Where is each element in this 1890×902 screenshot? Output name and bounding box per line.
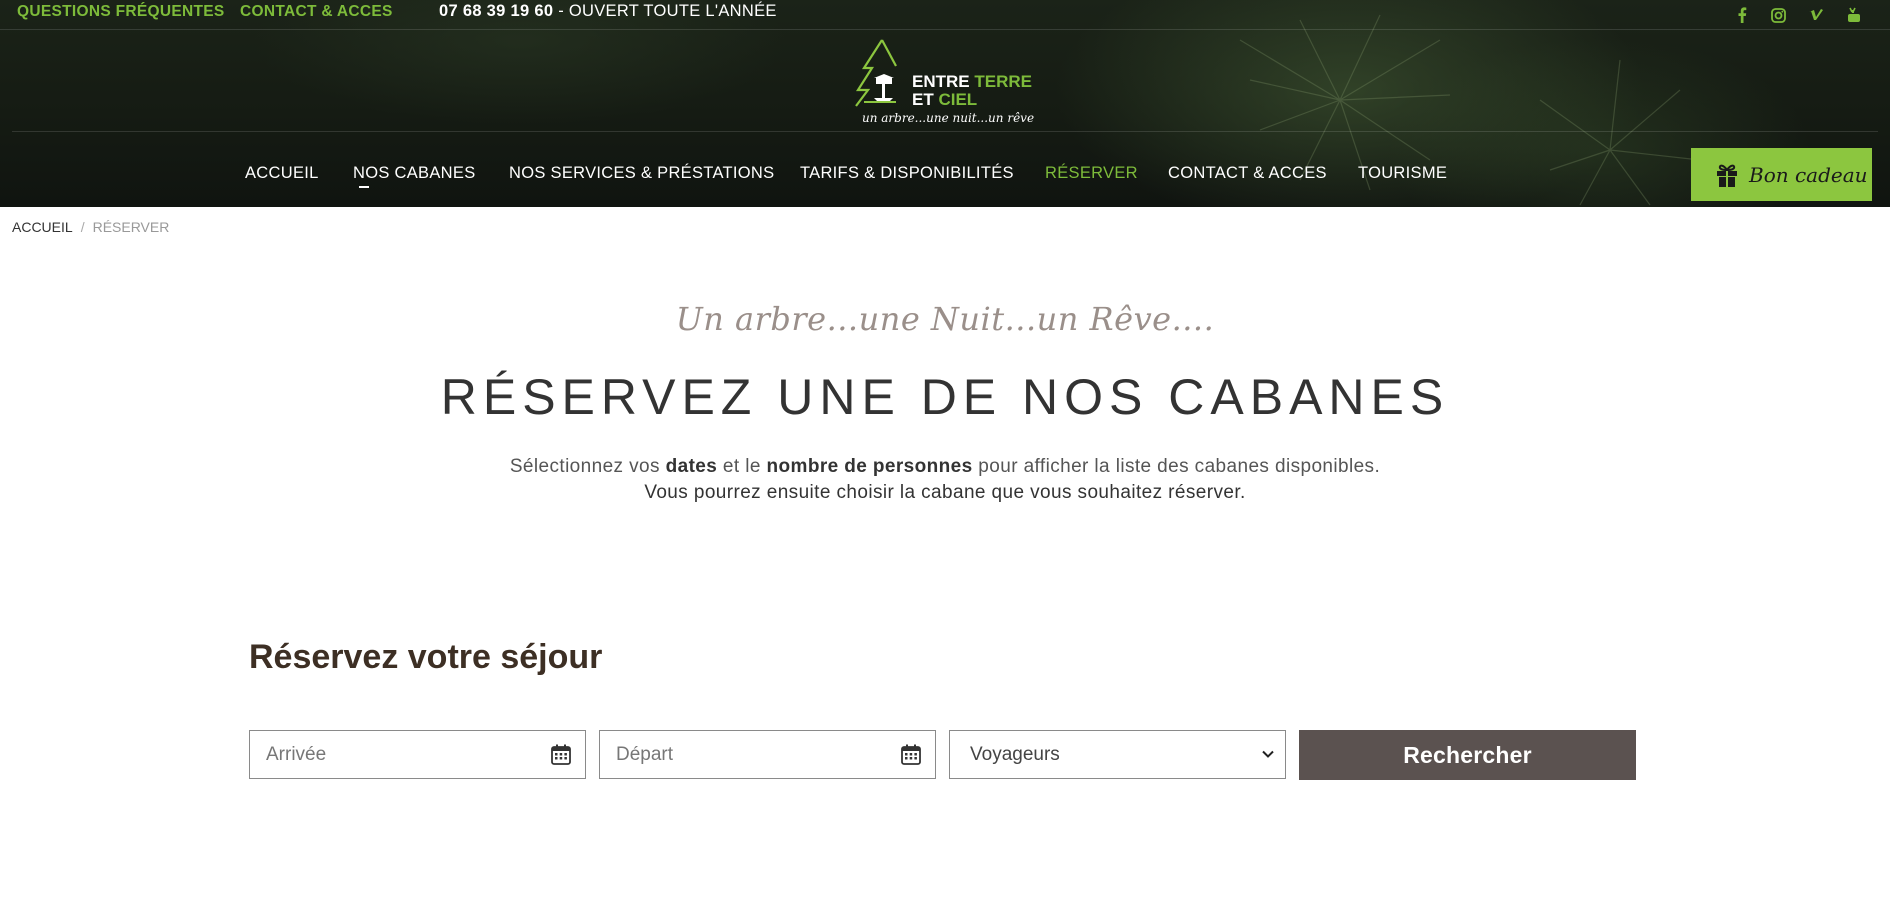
nav-divider <box>12 131 1878 132</box>
faq-link[interactable]: QUESTIONS FRÉQUENTES <box>17 3 225 21</box>
youtube-icon[interactable] <box>1844 5 1864 25</box>
calendar-icon[interactable] <box>551 744 571 765</box>
logo-line-2: ET CIEL <box>912 90 978 109</box>
tree-logo-icon <box>855 39 897 107</box>
breadcrumb-home-link[interactable]: ACCUEIL <box>12 219 73 235</box>
logo-line-1: ENTRE TERRE <box>912 72 1032 91</box>
nav-item-tarifs[interactable]: TARIFS & DISPONIBILITÉS <box>800 164 1014 183</box>
phone-number[interactable]: 07 68 39 19 60 <box>439 2 553 20</box>
breadcrumb: ACCUEIL / RÉSERVER <box>12 219 169 235</box>
calendar-icon[interactable] <box>901 744 921 765</box>
travelers-select-value: Voyageurs <box>970 743 1060 765</box>
nav-item-services[interactable]: NOS SERVICES & PRÉSTATIONS <box>509 164 774 183</box>
phone-info: 07 68 39 19 60 - OUVERT TOUTE L'ANNÉE <box>439 2 777 21</box>
breadcrumb-separator: / <box>80 219 85 235</box>
intro-tagline: Un arbre...une Nuit...un Rêve.... <box>675 300 1215 338</box>
departure-date-input[interactable] <box>600 731 935 778</box>
booking-title: Réservez votre séjour <box>249 638 603 676</box>
vimeo-icon[interactable] <box>1806 5 1826 25</box>
page-title: RÉSERVEZ UNE DE NOS CABANES <box>440 369 1450 425</box>
main-navigation: ACCUEIL NOS CABANES NOS SERVICES & PRÉST… <box>0 164 1890 194</box>
site-header: QUESTIONS FRÉQUENTES CONTACT & ACCES 07 … <box>0 0 1890 207</box>
nav-item-contact[interactable]: CONTACT & ACCES <box>1168 164 1327 183</box>
instagram-icon[interactable] <box>1768 5 1788 25</box>
chevron-down-icon <box>1262 750 1274 758</box>
departure-date-field[interactable] <box>599 730 936 779</box>
gift-voucher-button[interactable]: Bon cadeau <box>1691 148 1872 201</box>
breadcrumb-current: RÉSERVER <box>92 219 170 235</box>
nav-item-nos-cabanes[interactable]: NOS CABANES <box>353 164 476 183</box>
nav-item-reserver[interactable]: RÉSERVER <box>1045 164 1138 183</box>
opening-text: - OUVERT TOUTE L'ANNÉE <box>553 2 777 20</box>
gift-voucher-label: Bon cadeau <box>1749 162 1868 187</box>
travelers-select[interactable]: Voyageurs <box>949 730 1286 779</box>
logo-tagline: un arbre...une nuit...un rêve <box>862 111 1035 125</box>
facebook-icon[interactable] <box>1732 5 1752 25</box>
nav-item-accueil[interactable]: ACCUEIL <box>245 164 319 183</box>
arrival-date-field[interactable] <box>249 730 586 779</box>
search-button[interactable]: Rechercher <box>1299 730 1636 780</box>
intro-description-line-2: Vous pourrez ensuite choisir la cabane q… <box>644 482 1246 503</box>
intro-description-line-1: Sélectionnez vos dates et le nombre de p… <box>509 456 1381 477</box>
arrival-date-input[interactable] <box>250 731 585 778</box>
site-logo[interactable]: ENTRE TERRE ET CIEL un arbre...une nuit.… <box>852 38 1035 128</box>
nav-item-tourisme[interactable]: TOURISME <box>1358 164 1447 183</box>
gift-icon <box>1717 164 1737 187</box>
top-bar: QUESTIONS FRÉQUENTES CONTACT & ACCES 07 … <box>0 0 1890 30</box>
contact-link[interactable]: CONTACT & ACCES <box>240 3 393 21</box>
nav-hover-underline <box>359 186 369 188</box>
